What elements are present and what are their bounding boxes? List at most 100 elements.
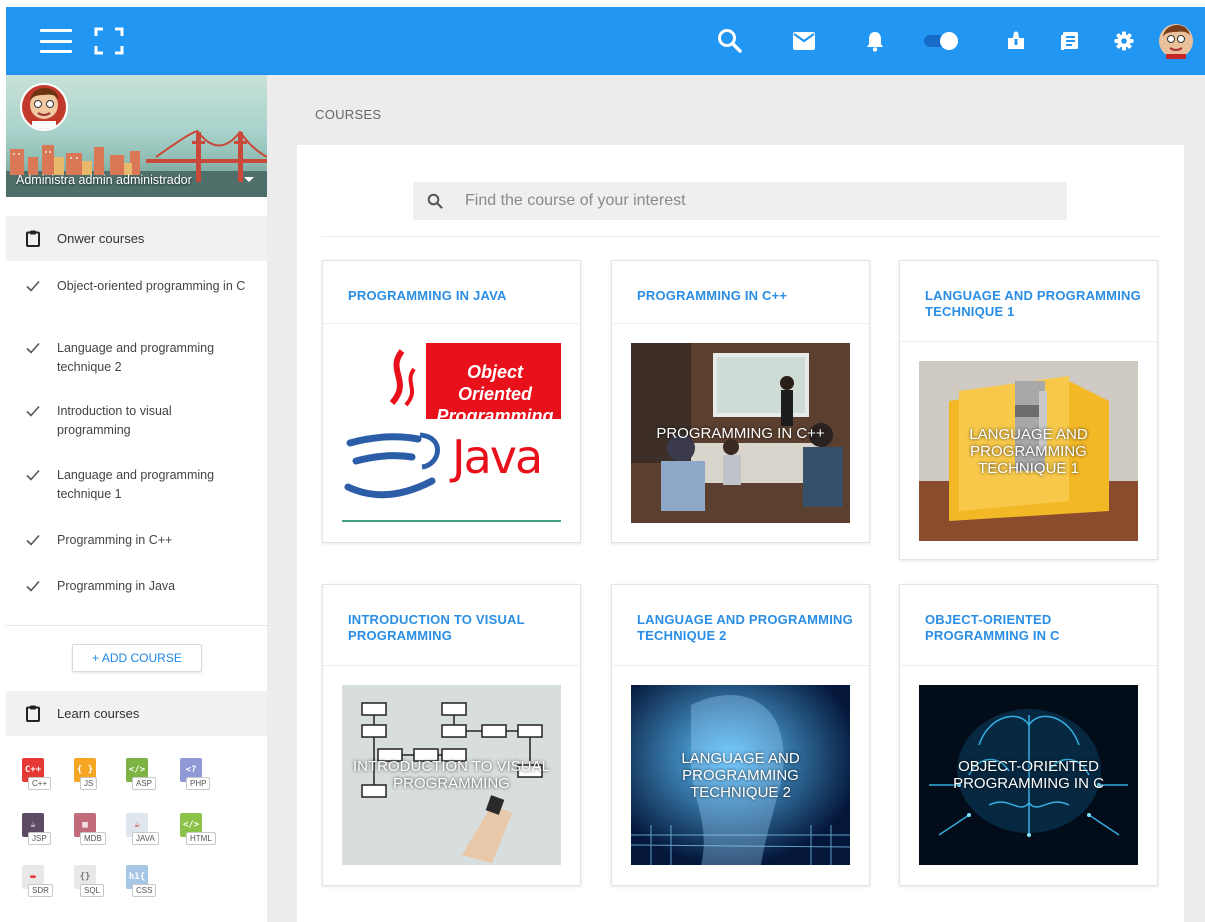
cpp-course-icon[interactable]: C++ C++ — [22, 758, 60, 796]
toggle-switch[interactable] — [920, 25, 964, 57]
owner-course-item[interactable]: Language and programming technique 1 — [6, 466, 267, 504]
notes-icon[interactable] — [1054, 25, 1086, 57]
owner-course-label: Language and programming technique 1 — [57, 468, 215, 501]
sidebar: Administra admin administrador Onwer cou… — [6, 75, 267, 922]
puzzle-icon[interactable] — [1000, 25, 1032, 57]
owner-course-label: Object-oriented programming in C — [57, 279, 246, 293]
card-title: PROGRAMMING IN JAVA — [348, 288, 507, 303]
card-divider — [612, 323, 869, 324]
owner-course-label: Programming in C++ — [57, 533, 173, 547]
card-title: OBJECT-ORIENTED PROGRAMMING IN C — [925, 612, 1060, 643]
card-image-cpp: PROGRAMMING IN C++ — [631, 343, 850, 523]
owner-course-item[interactable]: Programming in C++ — [6, 531, 267, 550]
owner-course-label: Programming in Java — [57, 579, 176, 593]
user-avatar[interactable] — [1158, 23, 1194, 59]
search-icon — [427, 193, 443, 209]
mdb-course-icon[interactable]: ▦ MDB — [74, 813, 112, 851]
sdr-tag: SDR — [28, 884, 53, 897]
cpp-tag: C++ — [28, 777, 52, 790]
owner-course-item[interactable]: Programming in Java — [6, 577, 267, 596]
profile-avatar[interactable] — [20, 83, 68, 131]
css-course-icon[interactable]: h1{ CSS — [126, 865, 164, 903]
menu-icon[interactable] — [40, 27, 72, 55]
courses-panel: PROGRAMMING IN JAVA Object Oriented Prog… — [297, 145, 1184, 922]
owner-course-item[interactable]: Object-oriented programming in C — [6, 277, 267, 296]
card-image-java: Object Oriented Programming Java — [342, 343, 561, 523]
card-title: INTRODUCTION TO VISUAL PROGRAMMING — [348, 612, 525, 643]
php-tag: PHP — [186, 777, 211, 790]
panel-divider — [321, 236, 1161, 237]
main-content: COURSES PROGRAMMING IN JAVA — [267, 75, 1205, 922]
card-title: LANGUAGE AND PROGRAMMING TECHNIQUE 1 — [925, 288, 1141, 319]
profile-banner: Administra admin administrador — [6, 75, 267, 197]
js-course-icon[interactable]: { } JS — [74, 758, 112, 796]
card-image-visual: INTRODUCTION TO VISUAL PROGRAMMING — [342, 685, 561, 865]
check-icon — [26, 580, 40, 592]
card-image-lpt1: LANGUAGE AND PROGRAMMING TECHNIQUE 1 — [919, 361, 1138, 541]
asp-tag: ASP — [132, 777, 157, 790]
asp-course-icon[interactable]: </> ASP — [126, 758, 164, 796]
course-card-oopc[interactable]: OBJECT-ORIENTED PROGRAMMING IN C OBJECT- — [899, 584, 1158, 886]
sql-tag: SQL — [80, 884, 105, 897]
add-course-button[interactable]: + ADD COURSE — [72, 644, 202, 672]
card-divider — [900, 341, 1157, 342]
search-icon[interactable] — [714, 25, 746, 57]
check-icon — [26, 342, 40, 354]
course-card-cpp[interactable]: PROGRAMMING IN C++ PROGRAMMING IN C++ — [611, 260, 870, 543]
owner-courses-header: Onwer courses — [6, 216, 267, 261]
java-course-icon[interactable]: ☕ JAVA — [126, 813, 164, 851]
owner-course-item[interactable]: Language and programming technique 2 — [6, 339, 267, 377]
card-image-oopc: OBJECT-ORIENTED PROGRAMMING IN C — [919, 685, 1138, 865]
course-card-visual[interactable]: INTRODUCTION TO VISUAL PROGRAMMING INTRO… — [322, 584, 581, 886]
search-input[interactable] — [465, 192, 1025, 210]
card-divider — [612, 665, 869, 666]
card-divider — [900, 665, 1157, 666]
user-name[interactable]: Administra admin administrador — [16, 173, 192, 187]
check-icon — [26, 534, 40, 546]
owner-course-label: Introduction to visual programming — [57, 404, 172, 437]
card-divider — [323, 665, 580, 666]
mail-icon[interactable] — [788, 25, 820, 57]
html-tag: HTML — [186, 832, 216, 845]
course-card-java[interactable]: PROGRAMMING IN JAVA Object Oriented Prog… — [322, 260, 581, 543]
top-bar — [6, 7, 1205, 75]
check-icon — [26, 469, 40, 481]
sql-course-icon[interactable]: {} SQL — [74, 865, 112, 903]
java-word: Java — [452, 430, 543, 484]
check-icon — [26, 280, 40, 292]
owner-course-item[interactable]: Introduction to visual programming — [6, 402, 267, 440]
sidebar-divider — [6, 625, 267, 626]
js-tag: JS — [80, 777, 98, 790]
card-image-caption: LANGUAGE AND PROGRAMMING TECHNIQUE 1 — [969, 425, 1088, 477]
learn-courses-header: Learn courses — [6, 691, 267, 736]
card-title: LANGUAGE AND PROGRAMMING TECHNIQUE 2 — [637, 612, 853, 643]
course-card-lpt2[interactable]: LANGUAGE AND PROGRAMMING TECHNIQUE 2 LAN… — [611, 584, 870, 886]
java-tag: JAVA — [132, 832, 159, 845]
css-tag: CSS — [132, 884, 157, 897]
course-search[interactable] — [413, 182, 1067, 220]
card-image-lpt2: LANGUAGE AND PROGRAMMING TECHNIQUE 2 — [631, 685, 850, 865]
clipboard-icon — [26, 705, 40, 722]
card-title: PROGRAMMING IN C++ — [637, 288, 788, 303]
card-image-caption: PROGRAMMING IN C++ — [656, 424, 825, 442]
card-image-caption: OBJECT-ORIENTED PROGRAMMING IN C — [953, 758, 1104, 792]
check-icon — [26, 405, 40, 417]
jsp-tag: JSP — [28, 832, 51, 845]
html-course-icon[interactable]: </> HTML — [180, 813, 218, 851]
java-banner-text: Object Oriented Programming — [436, 362, 554, 426]
card-image-caption: INTRODUCTION TO VISUAL PROGRAMMING — [353, 758, 550, 792]
breadcrumb: COURSES — [315, 107, 382, 122]
gear-icon[interactable] — [1108, 25, 1140, 57]
chevron-down-icon[interactable] — [244, 177, 254, 182]
card-divider — [323, 323, 580, 324]
jsp-course-icon[interactable]: ☕ JSP — [22, 813, 60, 851]
fullscreen-icon[interactable] — [94, 27, 124, 55]
owner-courses-title: Onwer courses — [57, 231, 145, 246]
bell-icon[interactable] — [859, 25, 891, 57]
clipboard-icon — [26, 230, 40, 247]
mdb-tag: MDB — [80, 832, 106, 845]
course-card-lpt1[interactable]: LANGUAGE AND PROGRAMMING TECHNIQUE 1 LAN… — [899, 260, 1158, 560]
php-course-icon[interactable]: <? PHP — [180, 758, 218, 796]
card-image-caption: LANGUAGE AND PROGRAMMING TECHNIQUE 2 — [681, 749, 800, 801]
sdr-course-icon[interactable]: ▬ SDR — [22, 865, 60, 903]
